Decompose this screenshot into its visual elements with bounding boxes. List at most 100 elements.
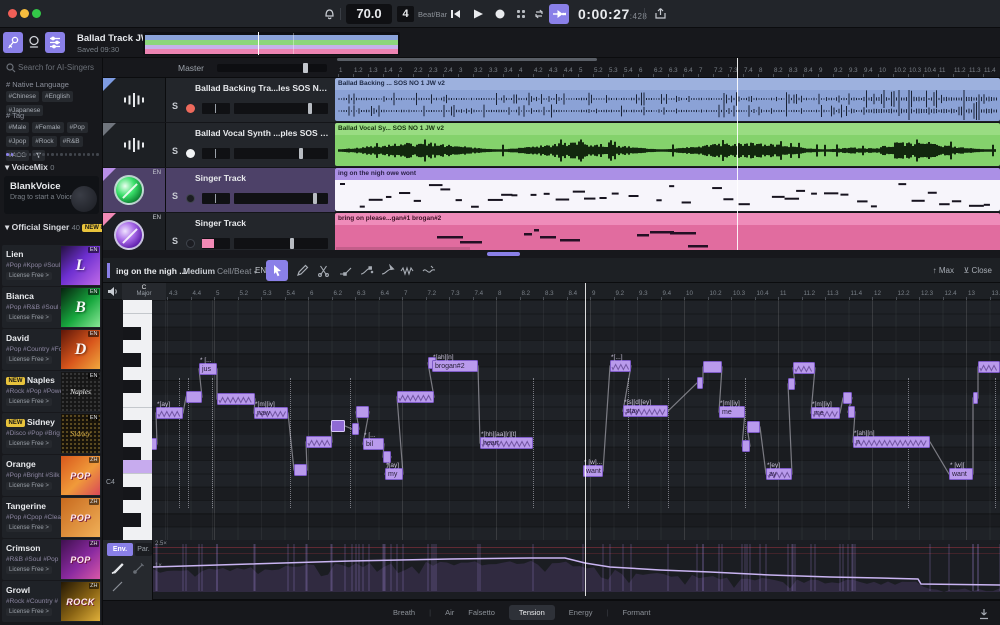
- parameter-curve-area[interactable]: 2.5× 1× 0.3×: [153, 540, 1000, 600]
- solo-button[interactable]: S: [172, 146, 178, 156]
- note[interactable]: [978, 361, 1000, 373]
- record-arm-button[interactable]: [186, 104, 195, 113]
- record-arm-button[interactable]: [186, 239, 195, 248]
- note[interactable]: brogan#2*[ah][n]: [432, 360, 478, 372]
- note[interactable]: me*[m][iy]: [811, 407, 840, 419]
- key-signature-selector[interactable]: C Major: [122, 283, 166, 300]
- param-tab-falsetto[interactable]: Falsetto: [468, 608, 495, 617]
- note[interactable]: [703, 361, 722, 373]
- skip-back-icon[interactable]: [450, 8, 462, 20]
- record-arm-button[interactable]: [186, 149, 195, 158]
- official-singer-section-header[interactable]: ▾ Official Singer 40 NEW 8: [5, 222, 103, 233]
- editor-playhead[interactable]: [585, 283, 586, 596]
- license-free-button[interactable]: License Free >: [6, 524, 52, 532]
- pitch-draw-tool-icon[interactable]: [381, 264, 395, 277]
- volume-handle[interactable]: [299, 148, 303, 159]
- clip[interactable]: Ballad Backing ... SOS NO 1 JW v2: [335, 78, 1000, 121]
- note[interactable]: my*[ay]: [385, 468, 403, 480]
- tag-chip[interactable]: #Rock: [32, 136, 56, 147]
- note[interactable]: [848, 406, 855, 418]
- piano-keyboard[interactable]: [123, 300, 152, 540]
- param-line-tool-icon[interactable]: [111, 580, 124, 593]
- volume-slider[interactable]: [234, 238, 328, 249]
- license-free-button[interactable]: License Free >: [6, 440, 52, 448]
- note[interactable]: [331, 420, 345, 432]
- vibrato-tool-icon[interactable]: [400, 264, 415, 277]
- singer-card[interactable]: Crimson#R&B #Soul #PopLicense Free >POPZ…: [2, 539, 101, 580]
- minimize-window-button[interactable]: [20, 9, 29, 18]
- arrange-scrollbar-thumb[interactable]: [337, 58, 597, 61]
- singer-search-input[interactable]: Search for AI-Singers: [0, 60, 103, 76]
- note[interactable]: [742, 440, 750, 452]
- record-arm-button[interactable]: [186, 194, 195, 203]
- close-window-button[interactable]: [8, 9, 17, 18]
- volume-handle[interactable]: [313, 193, 317, 204]
- note[interactable]: [306, 436, 332, 448]
- voicemix-section-header[interactable]: ▾ VoiceMix 0: [5, 162, 54, 173]
- track-icon-cell[interactable]: [103, 123, 165, 167]
- license-free-button[interactable]: License Free >: [6, 314, 52, 322]
- singer-card[interactable]: Orange#Pop #Bright #SilkLicense Free >PO…: [2, 455, 101, 496]
- piano-roll-grid[interactable]: *[ay]jus* [...naw*[m][iy]bil* [...my*[ay…: [152, 300, 1000, 540]
- volume-handle[interactable]: [290, 238, 294, 249]
- note[interactable]: [152, 438, 157, 450]
- note[interactable]: [352, 423, 359, 435]
- language-selector[interactable]: EN: [255, 266, 266, 275]
- track-header[interactable]: Ballad Backing Tra...les SOS NO 1 JW v2S: [165, 78, 335, 122]
- follow-playhead-button[interactable]: [549, 4, 569, 24]
- scissors-tool-icon[interactable]: [317, 264, 330, 277]
- license-free-button[interactable]: License Free >: [6, 272, 52, 280]
- param-tab-air[interactable]: Air: [445, 608, 454, 617]
- editor-hscrollbar[interactable]: [103, 250, 1000, 258]
- master-volume-slider[interactable]: [217, 64, 327, 72]
- maximize-editor-button[interactable]: ↑ Max: [933, 266, 954, 275]
- pan-control[interactable]: [202, 148, 230, 159]
- param-tab-formant[interactable]: Formant: [623, 608, 651, 617]
- note[interactable]: [356, 406, 369, 418]
- singer-avatar[interactable]: [114, 220, 144, 250]
- mixer-panel-button[interactable]: [45, 32, 65, 53]
- pan-control[interactable]: [202, 238, 230, 249]
- solo-button[interactable]: S: [172, 101, 178, 111]
- tag-chip[interactable]: #R&B: [60, 136, 83, 147]
- solo-button[interactable]: S: [172, 191, 178, 201]
- arrangement-minimap[interactable]: [143, 32, 400, 55]
- singer-avatar[interactable]: [114, 175, 144, 205]
- quality-selector[interactable]: Medium: [183, 266, 215, 276]
- clip[interactable]: ing on the nigh owe wont: [335, 168, 1000, 211]
- license-free-button[interactable]: License Free >: [6, 608, 52, 616]
- volume-slider[interactable]: [234, 148, 328, 159]
- note[interactable]: [186, 391, 202, 403]
- tempo-display[interactable]: 70.0: [346, 4, 392, 24]
- note[interactable]: bil* [...: [363, 438, 384, 450]
- bell-icon[interactable]: [322, 6, 337, 21]
- collapse-panel-icon[interactable]: [978, 608, 990, 620]
- note[interactable]: [793, 362, 815, 374]
- param-tab-tension[interactable]: Tension: [509, 605, 555, 620]
- note[interactable]: [397, 391, 434, 403]
- note[interactable]: want* [w][: [949, 468, 973, 480]
- license-free-button[interactable]: License Free >: [6, 398, 52, 406]
- language-tag-chip[interactable]: #English: [42, 91, 73, 102]
- track-icon-cell[interactable]: [103, 78, 165, 122]
- license-free-button[interactable]: License Free >: [6, 356, 52, 364]
- singer-card[interactable]: David#Pop #Country #FoLicense Free >DEN: [2, 329, 101, 370]
- note[interactable]: stay*[s][d][ey]: [623, 405, 668, 417]
- note[interactable]: n*[ah][n]: [853, 436, 930, 448]
- singer-card[interactable]: NEWNaples#Rock #Pop #PoweLicense Free >N…: [2, 371, 101, 412]
- singer-card[interactable]: NEWSidney#Disco #Pop #BrigLicense Free >…: [2, 413, 101, 454]
- tag-chip[interactable]: #Female: [32, 122, 63, 133]
- arrange-playhead[interactable]: [737, 58, 738, 250]
- volume-slider[interactable]: [234, 103, 328, 114]
- ai-singers-panel-button[interactable]: [3, 32, 23, 53]
- note[interactable]: [747, 421, 760, 433]
- editor-timeline-ruler[interactable]: 4.34.455.25.35.466.26.36.477.27.37.488.2…: [166, 283, 1000, 300]
- solo-button[interactable]: S: [172, 236, 178, 246]
- play-icon[interactable]: [472, 8, 484, 20]
- note[interactable]: [973, 392, 978, 404]
- editor-hscrollbar-thumb[interactable]: [487, 252, 520, 256]
- singer-card[interactable]: Lien#Pop #Kpop #Soul #License Free >LEN: [2, 245, 101, 286]
- pitch-anchor-tool-icon[interactable]: [360, 264, 374, 277]
- license-free-button[interactable]: License Free >: [6, 566, 52, 574]
- arrange-timeline-ruler[interactable]: 11.21.31.422.22.32.433.23.33.444.24.34.4…: [335, 62, 1000, 78]
